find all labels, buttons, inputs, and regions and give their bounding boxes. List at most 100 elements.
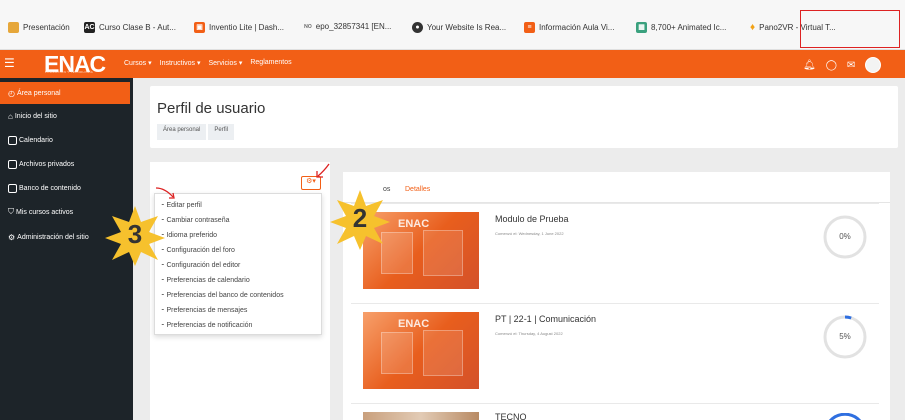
- tab-detalles[interactable]: Detalles: [405, 186, 430, 193]
- bookmark-icon: [8, 22, 19, 33]
- annotation-number-3: 3: [127, 219, 143, 249]
- bookmark-informacion[interactable]: ≡ Información Aula Vi...: [524, 22, 614, 33]
- animated-icon: ▦: [636, 22, 647, 33]
- arrow-icon: [155, 187, 175, 199]
- bookmark-label: Presentación: [23, 23, 70, 32]
- bell-icon[interactable]: 🔔︎: [803, 60, 816, 71]
- ac-icon: AC: [84, 22, 95, 33]
- arrow-icon: [316, 163, 330, 178]
- dropdown-item[interactable]: ⁃ Preferencias del banco de contenidos: [161, 291, 284, 299]
- bookmark-label: Curso Clase B - Aut...: [99, 23, 176, 32]
- course-thumbnail[interactable]: [363, 412, 479, 420]
- chat-icon[interactable]: ◯: [826, 60, 837, 71]
- sidebar-item-inicio[interactable]: ⌂ Inicio del sitio: [0, 105, 133, 127]
- dropdown-label: Cambiar contraseña: [166, 217, 230, 224]
- course-start-date: Comenzó el: Thursday, 4 August 2022: [495, 331, 563, 336]
- hamburger-icon[interactable]: ☰: [4, 56, 15, 70]
- course-title[interactable]: PT | 22-1 | Comunicación: [495, 314, 596, 324]
- dashboard-icon: ◴: [8, 88, 15, 98]
- globe-icon: ●: [412, 22, 423, 33]
- graduation-icon: ⛉: [8, 207, 14, 216]
- logo-tagline: FORMACIÓN Y TECNOLOGÍA: [45, 70, 94, 74]
- dropdown-item[interactable]: ⁃ Preferencias de notificación: [161, 321, 252, 329]
- menu-servicios[interactable]: Servicios ▾: [209, 59, 243, 67]
- course-item[interactable]: ENAC Modulo de Prueba Comenzó el: Wednes…: [351, 203, 879, 301]
- dropdown-label: Preferencias de notificación: [166, 322, 253, 329]
- thumbnail-window: [423, 230, 463, 276]
- page-title: Perfil de usuario: [157, 100, 266, 117]
- menu-instructivos[interactable]: Instructivos ▾: [160, 59, 201, 67]
- avatar[interactable]: [865, 57, 882, 73]
- course-thumbnail[interactable]: ENAC: [363, 312, 479, 389]
- progress-label: 5%: [839, 332, 851, 341]
- bookmark-label: epo_32857341 [EN...: [315, 22, 392, 31]
- bookmark-label: Información Aula Vi...: [539, 23, 615, 32]
- annotation-number-2: 2: [352, 203, 368, 233]
- course-item[interactable]: ENAC PT | 22-1 | Comunicación Comenzó el…: [351, 303, 879, 401]
- dropdown-item[interactable]: ⁃ Configuración del foro: [161, 246, 235, 254]
- bookmarks-bar: Presentación AC Curso Clase B - Aut... ▣…: [0, 0, 905, 50]
- progress-label: 0%: [839, 232, 851, 241]
- epo-icon: ɴᴏ: [304, 23, 312, 30]
- sidebar-item-label: Archivos privados: [19, 160, 75, 168]
- primary-menu: Cursos ▾ Instructivos ▾ Servicios ▾ Regl…: [124, 59, 292, 67]
- home-icon: ⌂: [8, 111, 13, 121]
- sidebar-item-area-personal[interactable]: ◴ Área personal: [0, 82, 130, 104]
- dropdown-item[interactable]: ⁃ Preferencias de mensajes: [161, 306, 247, 314]
- dropdown-label: Preferencias de mensajes: [166, 307, 248, 314]
- top-navbar: ☰ ENAC FORMACIÓN Y TECNOLOGÍA Cursos ▾ I…: [0, 50, 905, 78]
- thumbnail-window: [381, 332, 413, 374]
- menu-reglamentos[interactable]: Reglamentos: [250, 59, 291, 67]
- bookmark-animated[interactable]: ▦ 8,700+ Animated Ic...: [636, 22, 726, 33]
- dropdown-label: Preferencias del banco de contenidos: [166, 292, 284, 299]
- dropdown-item[interactable]: ⁃ Configuración del editor: [161, 261, 240, 269]
- thumbnail-brand: ENAC: [398, 318, 430, 330]
- dropdown-item[interactable]: ⁃ Idioma preferido: [161, 231, 217, 239]
- bookmark-label: 8,700+ Animated Ic...: [651, 23, 727, 32]
- thumbnail-window: [423, 330, 463, 376]
- sidebar-item-label: Mis cursos activos: [16, 208, 74, 216]
- course-item[interactable]: TECNO: [351, 403, 879, 420]
- dropdown-item[interactable]: ⁃ Editar perfil: [161, 201, 202, 209]
- pano-icon: ♦: [750, 22, 756, 33]
- dropdown-label: Configuración del editor: [166, 262, 241, 269]
- bookmark-label: Your Website Is Rea...: [427, 23, 507, 32]
- breadcrumb: Área personal Perfil: [157, 124, 235, 140]
- breadcrumb-item[interactable]: Área personal: [157, 124, 207, 140]
- bookmark-curso-clase[interactable]: AC Curso Clase B - Aut...: [84, 22, 176, 33]
- sidebar-item-label: Calendario: [19, 136, 53, 144]
- bookmark-epo[interactable]: ɴᴏ epo_32857341 [EN...: [304, 22, 391, 31]
- mail-icon[interactable]: ✉: [847, 60, 855, 71]
- user-tools: 🔔︎ ◯ ✉: [803, 57, 882, 73]
- sidebar-item-label: Área personal: [16, 89, 61, 97]
- sidebar-item-archivos[interactable]: Archivos privados: [0, 153, 133, 175]
- sidebar-item-banco[interactable]: Banco de contenido: [0, 177, 133, 199]
- bookmark-website[interactable]: ● Your Website Is Rea...: [412, 22, 506, 33]
- dropdown-label: Configuración del foro: [166, 247, 235, 254]
- highlight-box: [800, 10, 900, 48]
- bookmark-presentacion[interactable]: Presentación: [8, 22, 70, 33]
- browser-window: Presentación AC Curso Clase B - Aut... ▣…: [0, 0, 905, 420]
- settings-dropdown: ⁃ Editar perfil ⁃ Cambiar contraseña ⁃ I…: [154, 193, 322, 335]
- page-header-card: [150, 86, 898, 148]
- course-title[interactable]: Modulo de Prueba: [495, 214, 569, 224]
- dropdown-label: Idioma preferido: [166, 232, 218, 239]
- dropdown-item[interactable]: ⁃ Cambiar contraseña: [161, 216, 229, 224]
- calendar-icon: [8, 135, 17, 145]
- dropdown-label: Preferencias de calendario: [166, 277, 250, 284]
- files-icon: [8, 159, 17, 169]
- content-bank-icon: [8, 183, 17, 193]
- sidebar-item-calendario[interactable]: Calendario: [0, 129, 133, 151]
- thumbnail-brand: ENAC: [398, 218, 430, 230]
- sidebar-item-label: Administración del sitio: [17, 233, 89, 241]
- course-title[interactable]: TECNO: [495, 412, 527, 420]
- gear-icon: ⚙: [8, 232, 16, 242]
- progress-ring: [828, 413, 862, 420]
- sidebar-item-label: Banco de contenido: [19, 184, 81, 192]
- breadcrumb-item[interactable]: Perfil: [208, 124, 235, 140]
- bookmark-label: Inventio Lite | Dash...: [209, 23, 285, 32]
- course-start-date: Comenzó el: Wednesday, 1 June 2022: [495, 231, 564, 236]
- menu-cursos[interactable]: Cursos ▾: [124, 59, 152, 67]
- bookmark-inventio[interactable]: ▣ Inventio Lite | Dash...: [194, 22, 284, 33]
- dropdown-item[interactable]: ⁃ Preferencias de calendario: [161, 276, 250, 284]
